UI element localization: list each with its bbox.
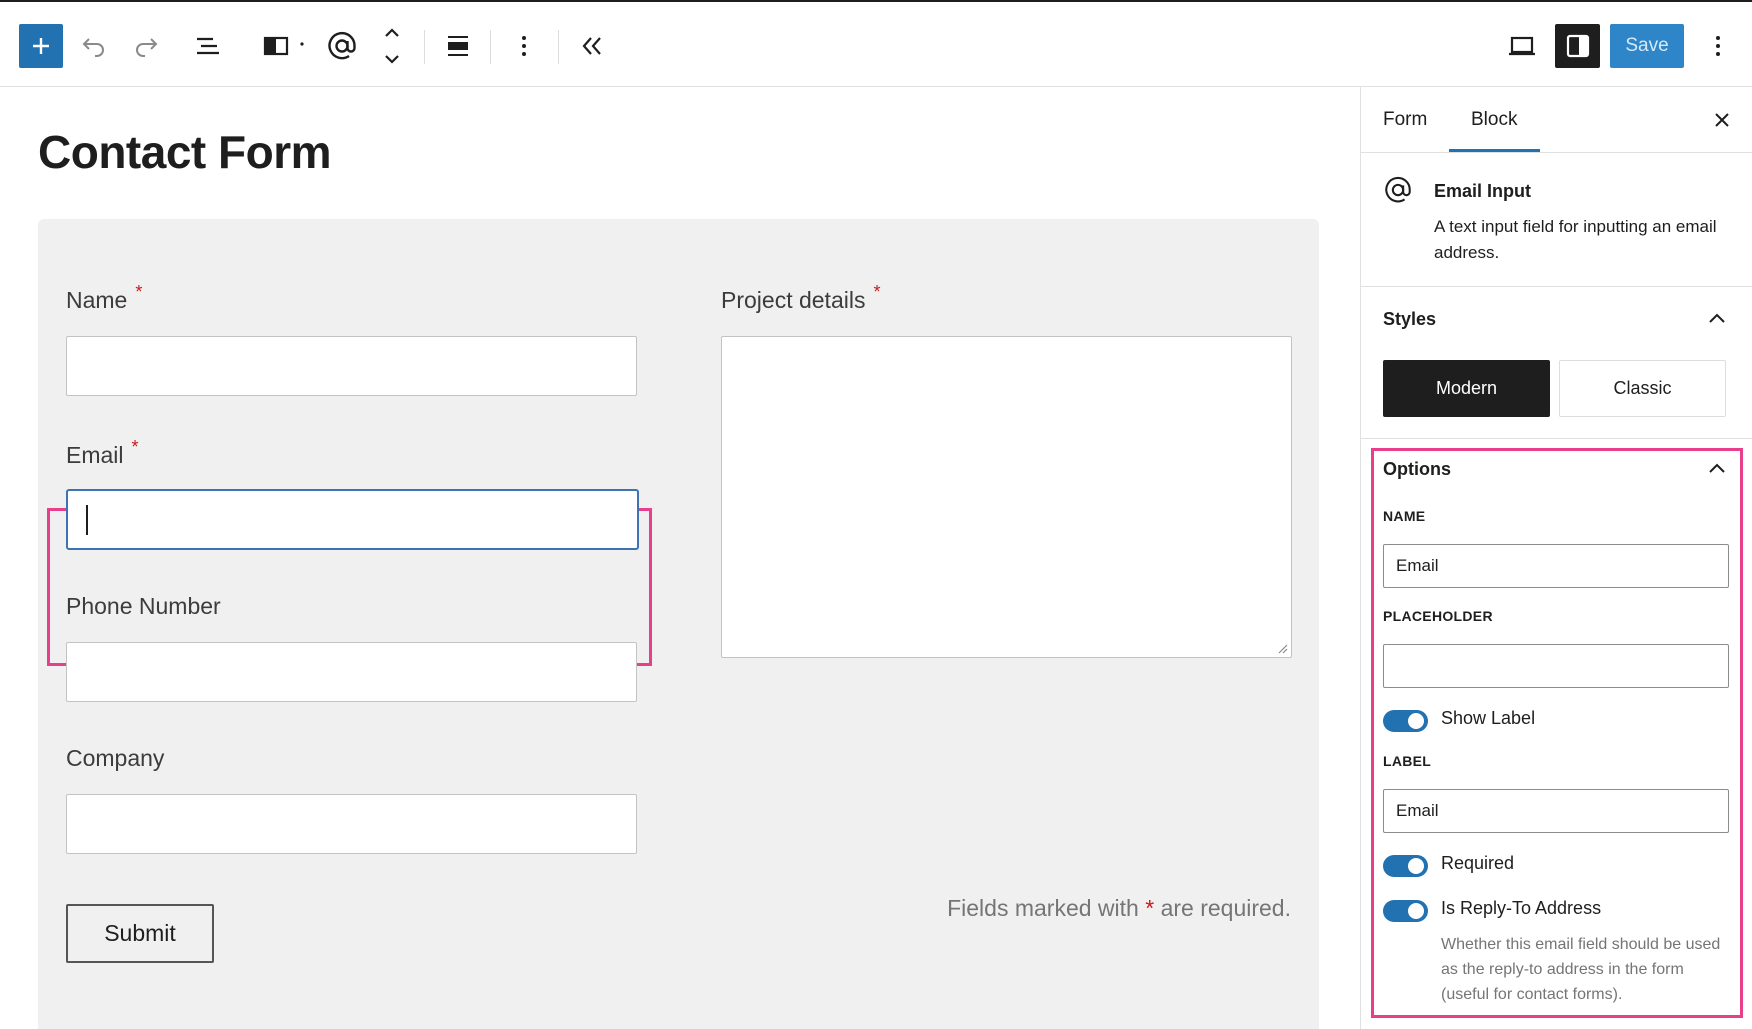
required-toggle[interactable] [1383, 855, 1428, 877]
show-label-toggle[interactable] [1383, 710, 1428, 732]
panel-divider [1361, 438, 1752, 439]
placeholder-setting-input[interactable] [1383, 644, 1729, 688]
tab-form[interactable]: Form [1383, 109, 1427, 131]
undo-icon [82, 38, 104, 57]
reply-to-toggle-label[interactable]: Is Reply-To Address [1441, 898, 1601, 919]
double-chevron-left-icon [582, 37, 601, 55]
toolbar-divider [558, 30, 559, 64]
name-input[interactable] [66, 336, 637, 396]
company-input[interactable] [66, 794, 637, 854]
redo-button[interactable] [128, 28, 164, 64]
undo-button[interactable] [76, 28, 112, 64]
project-field-label[interactable]: Project details * [721, 282, 880, 314]
reply-to-help-text: Whether this email field should be used … [1441, 936, 1721, 1003]
plus-icon [33, 38, 49, 54]
columns-icon [263, 36, 289, 56]
more-vertical-icon [522, 36, 526, 56]
at-sign-icon [328, 31, 356, 60]
required-fields-note: Fields marked with * are required. [947, 895, 1291, 921]
label-setting-input[interactable]: Email [1383, 789, 1729, 833]
text-caret [86, 505, 88, 535]
sidebar-icon [1566, 34, 1589, 58]
block-options-button[interactable] [506, 28, 542, 64]
chevron-up-down-icon [385, 28, 399, 64]
submit-button[interactable]: Submit [66, 904, 214, 963]
at-sign-icon [1385, 176, 1411, 203]
required-toggle-label[interactable]: Required [1441, 853, 1514, 874]
align-icon [448, 36, 468, 56]
align-button[interactable] [440, 28, 476, 64]
phone-input[interactable] [66, 642, 637, 702]
toolbar-divider [490, 30, 491, 64]
editor-options-button[interactable] [1700, 28, 1736, 64]
breadcrumb-dot-icon [298, 40, 306, 48]
chevron-up-icon[interactable] [1708, 462, 1726, 474]
required-asterisk: * [873, 282, 881, 302]
toolbar-divider [424, 30, 425, 64]
settings-sidebar-toggle[interactable] [1555, 24, 1600, 68]
label-setting-label: LABEL [1383, 753, 1432, 769]
editor-toolbar: Save [0, 0, 1752, 87]
editor-canvas: Contact Form Name * Email * Phone Number C… [0, 87, 1360, 1029]
name-setting-input[interactable]: Email [1383, 544, 1729, 588]
email-input[interactable] [66, 489, 639, 550]
style-modern-button[interactable]: Modern [1383, 360, 1550, 417]
email-field-label[interactable]: Email * [66, 437, 139, 469]
project-details-textarea[interactable] [721, 336, 1292, 658]
preview-device-button[interactable] [1502, 28, 1542, 64]
options-panel-heading[interactable]: Options [1383, 459, 1451, 480]
settings-sidebar: Form Block Email Input A text input fiel… [1360, 87, 1752, 1029]
document-overview-button[interactable] [190, 28, 226, 64]
company-field-label[interactable]: Company [66, 745, 164, 772]
add-block-button[interactable] [19, 24, 63, 68]
save-button[interactable]: Save [1610, 24, 1684, 68]
resize-grip-icon[interactable] [1276, 642, 1288, 654]
form-block[interactable]: Name * Email * Phone Number Company Projec… [38, 219, 1319, 1029]
block-card: Email Input A text input field for input… [1361, 153, 1752, 287]
collapse-toolbar-button[interactable] [574, 28, 610, 64]
laptop-icon [1509, 36, 1535, 56]
close-icon[interactable] [1709, 107, 1735, 133]
toggle-knob [1408, 713, 1424, 729]
chevron-up-icon[interactable] [1708, 312, 1726, 324]
block-description: A text input field for inputting an emai… [1434, 217, 1717, 262]
required-asterisk: * [1145, 895, 1155, 921]
block-parent-button[interactable] [258, 28, 294, 64]
block-type-button[interactable] [322, 26, 362, 66]
sidebar-tabs: Form Block [1361, 87, 1752, 153]
toggle-knob [1408, 858, 1424, 874]
name-setting-label: NAME [1383, 508, 1426, 524]
required-asterisk: * [135, 282, 143, 302]
tab-block[interactable]: Block [1471, 109, 1517, 131]
style-classic-button[interactable]: Classic [1559, 360, 1726, 417]
move-up-down-button[interactable] [374, 22, 410, 70]
placeholder-setting-label: PLACEHOLDER [1383, 608, 1493, 624]
styles-panel-heading[interactable]: Styles [1383, 309, 1436, 330]
required-asterisk: * [131, 437, 139, 457]
active-tab-indicator [1449, 149, 1540, 152]
reply-to-toggle[interactable] [1383, 900, 1428, 922]
name-field-label[interactable]: Name * [66, 282, 142, 314]
more-vertical-icon [1716, 36, 1720, 56]
block-title: Email Input [1434, 181, 1532, 201]
phone-field-label[interactable]: Phone Number [66, 593, 221, 620]
toggle-knob [1408, 903, 1424, 919]
page-title[interactable]: Contact Form [38, 125, 332, 179]
show-label-toggle-label[interactable]: Show Label [1441, 708, 1535, 729]
redo-icon [136, 38, 158, 57]
list-view-icon [197, 37, 219, 55]
